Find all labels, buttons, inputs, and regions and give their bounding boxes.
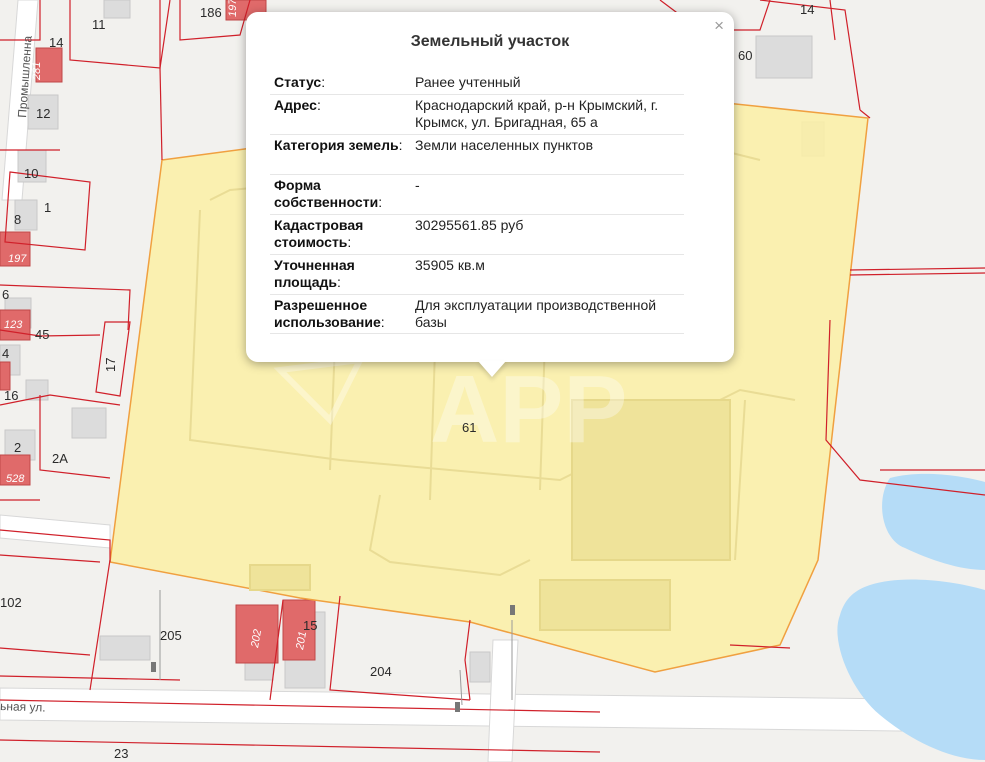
info-row: Категория земель: Земли населенных пункто… <box>270 134 684 175</box>
parcel-label: 6 <box>2 287 9 302</box>
info-key: Категория земель: <box>270 134 411 175</box>
parcel-label: 23 <box>114 746 128 761</box>
info-key: Адрес: <box>270 94 411 135</box>
info-key: Форма собственности: <box>270 174 411 215</box>
info-row: Разрешенное использование: Для эксплуатац… <box>270 294 684 334</box>
info-value: Ранее учтенный <box>411 72 684 95</box>
svg-text:APP: APP <box>430 356 627 463</box>
parcel-label: 4 <box>2 346 9 361</box>
land-plot-popup: × Земельный участок Статус: Ранее учтенны… <box>246 12 734 362</box>
parcel-label: 8 <box>14 212 21 227</box>
info-row: Форма собственности: - <box>270 174 684 215</box>
parcel-label: 204 <box>370 664 392 679</box>
info-value: Для эксплуатации производственной базы <box>411 294 684 334</box>
parcel-label: 197 <box>8 253 27 265</box>
parcel-label: 186 <box>200 5 222 20</box>
parcel-label: 14 <box>49 35 63 50</box>
popup-info-scroll[interactable]: Статус: Ранее учтенный Адрес: Краснодарский… <box>270 72 710 344</box>
parcel-label: 281 <box>31 62 43 81</box>
parcel-label: 1 <box>44 200 51 215</box>
parcel-label: 60 <box>738 48 752 63</box>
info-row: Адрес: Краснодарский край, р-н Крымский, … <box>270 94 684 135</box>
info-row: Кадастровая стоимость: 30295561.85 руб <box>270 214 684 255</box>
info-value: 30295561.85 руб <box>411 214 684 255</box>
parcel-label: 45 <box>35 327 49 342</box>
popup-pointer <box>478 361 506 377</box>
parcel-label: 102 <box>0 595 22 610</box>
info-value: Краснодарский край, р-н Крымский, г. Кры… <box>411 94 684 135</box>
info-key: Статус: <box>270 72 411 95</box>
info-key: Разрешенное использование: <box>270 294 411 334</box>
popup-title: Земельный участок <box>410 33 570 50</box>
info-key: Уточненная площадь: <box>270 254 411 295</box>
parcel-label: 14 <box>800 2 814 17</box>
parcel-label: 16 <box>4 388 18 403</box>
parcel-label: 10 <box>24 166 38 181</box>
info-table: Статус: Ранее учтенный Адрес: Краснодарский… <box>270 72 684 334</box>
parcel-label: 15 <box>303 618 317 633</box>
parcel-label: 2А <box>52 451 68 466</box>
info-row: Уточненная площадь: 35905 кв.м <box>270 254 684 295</box>
info-value: Земли населенных пунктов <box>411 134 684 175</box>
parcel-label: 197 <box>227 0 239 17</box>
parcel-label: 123 <box>4 319 23 331</box>
info-key: Кадастровая стоимость: <box>270 214 411 255</box>
info-value: 35905 кв.м <box>411 254 684 295</box>
parcel-label: 2 <box>14 440 21 455</box>
info-row: Статус: Ранее учтенный <box>270 72 684 95</box>
info-value: - <box>411 174 684 215</box>
parcel-label: 17 <box>103 358 118 372</box>
parcel-label: 528 <box>6 473 25 485</box>
parcel-label: 61 <box>462 420 476 435</box>
street-label: ьная ул. <box>0 699 46 715</box>
parcel-label: 12 <box>36 106 50 121</box>
parcel-label: 11 <box>92 17 106 32</box>
parcel-label: 205 <box>160 628 182 643</box>
